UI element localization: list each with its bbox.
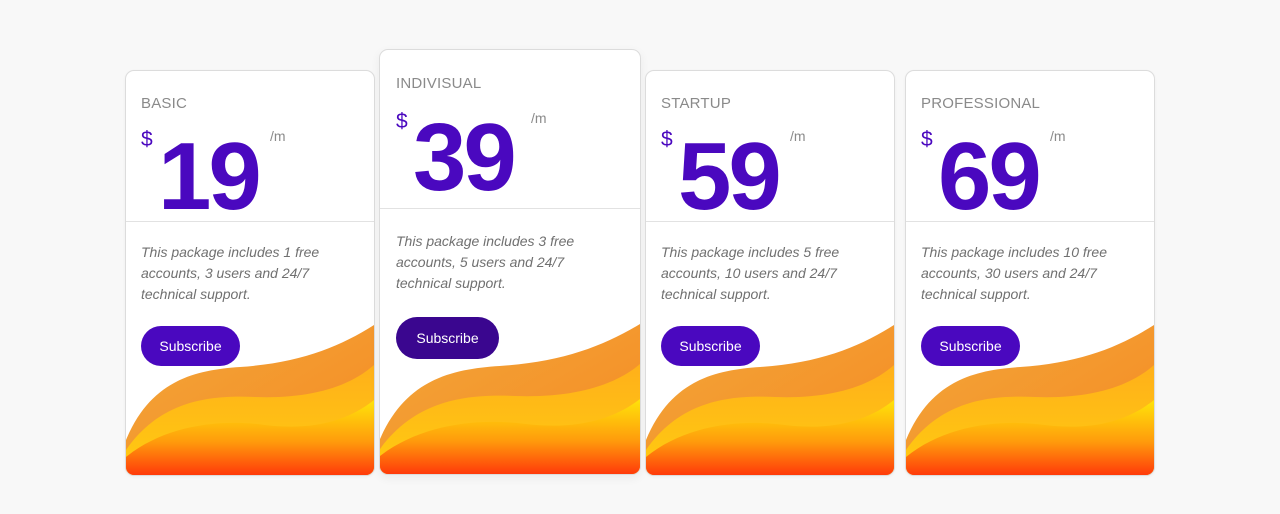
subscribe-button[interactable]: Subscribe xyxy=(661,326,760,366)
price-amount: 69 xyxy=(938,123,1042,230)
currency-symbol: $ xyxy=(921,128,933,151)
price-amount: 19 xyxy=(158,123,262,230)
plan-name: BASIC xyxy=(141,95,188,112)
price-period: /m xyxy=(790,128,806,144)
plan-description: This package includes 1 free accounts, 3… xyxy=(141,244,320,302)
card-divider xyxy=(646,221,894,222)
plan-name: INDIVISUAL xyxy=(396,75,482,92)
plan-description: This package includes 3 free accounts, 5… xyxy=(396,233,575,291)
plan-name: STARTUP xyxy=(661,95,732,112)
subscribe-button[interactable]: Subscribe xyxy=(141,326,240,366)
currency-symbol: $ xyxy=(141,128,153,151)
card-divider xyxy=(126,221,374,222)
card-divider xyxy=(906,221,1154,222)
subscribe-button[interactable]: Subscribe xyxy=(921,326,1020,366)
pricing-card-startup: STARTUP $ 59 /m This package includes 5 … xyxy=(645,70,895,476)
price-amount: 39 xyxy=(413,104,517,211)
card-divider xyxy=(380,208,640,209)
price-period: /m xyxy=(270,128,286,144)
pricing-card-basic: BASIC $ 19 /m This package includes 1 fr… xyxy=(125,70,375,476)
subscribe-button[interactable]: Subscribe xyxy=(396,317,499,359)
pricing-card-professional: PROFESSIONAL $ 69 /m This package includ… xyxy=(905,70,1155,476)
plan-name: PROFESSIONAL xyxy=(921,95,1041,112)
price-amount: 59 xyxy=(678,123,782,230)
price-period: /m xyxy=(1050,128,1066,144)
plan-description: This package includes 5 free accounts, 1… xyxy=(661,244,840,302)
currency-symbol: $ xyxy=(396,110,408,133)
currency-symbol: $ xyxy=(661,128,673,151)
plan-description: This package includes 10 free accounts, … xyxy=(921,244,1107,302)
pricing-card-indivisual: INDIVISUAL $ 39 /m This package includes… xyxy=(379,49,641,475)
price-period: /m xyxy=(531,110,547,126)
